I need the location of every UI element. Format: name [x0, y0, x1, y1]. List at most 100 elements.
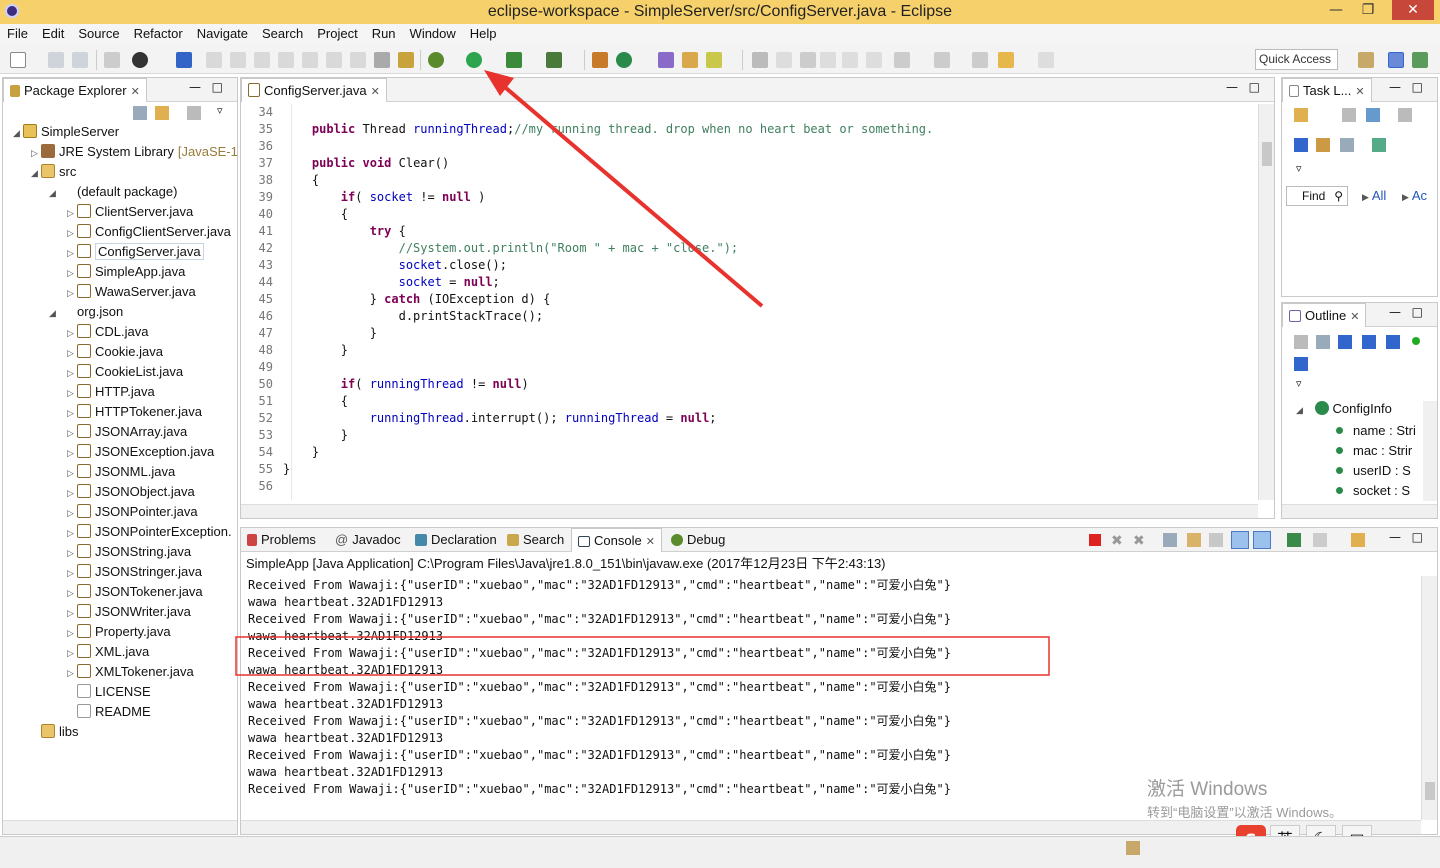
next-annotation-icon[interactable] [894, 52, 910, 68]
back-icon[interactable] [998, 52, 1014, 68]
tab-package-explorer[interactable]: Package Explorer ✕ [3, 78, 147, 102]
tree-item[interactable]: ▷ XML.java [67, 642, 149, 662]
word-wrap-icon[interactable] [842, 52, 858, 68]
sort-icon[interactable] [1338, 335, 1352, 349]
tree-item[interactable]: ▷ JSONException.java [67, 442, 214, 462]
new-task-icon[interactable] [1294, 108, 1308, 122]
minimize-button[interactable]: — [1322, 0, 1350, 20]
mark-occurrences-icon[interactable] [800, 52, 816, 68]
view-menu-icon[interactable]: ▿ [1296, 162, 1302, 175]
tree-item[interactable]: ▷ JSONStringer.java [67, 562, 202, 582]
tree-item[interactable]: ◢ src [31, 162, 76, 182]
triangle-right-icon[interactable]: ▷ [67, 343, 77, 363]
pin-console-icon[interactable] [1287, 533, 1301, 547]
close-button[interactable]: ✕ [1392, 0, 1434, 20]
menu-window[interactable]: Window [403, 24, 463, 44]
close-icon[interactable]: ✕ [1355, 86, 1364, 98]
tree-item[interactable]: ▷ ClientServer.java [67, 202, 193, 222]
run-coverage-icon[interactable] [506, 52, 522, 68]
menu-edit[interactable]: Edit [35, 24, 71, 44]
hide-non-public-icon[interactable] [1386, 335, 1400, 349]
code-editor[interactable]: 34 35 public Thread runningThread;//my ru… [241, 104, 1259, 500]
triangle-right-icon[interactable]: ▷ [31, 143, 41, 163]
tree-item[interactable]: ▷ JSONTokener.java [67, 582, 203, 602]
maximize-view-icon[interactable]: □ [1412, 305, 1423, 319]
use-step-filters-icon[interactable] [398, 52, 414, 68]
word-wrap-icon[interactable] [1209, 533, 1223, 547]
close-icon[interactable]: ✕ [371, 86, 380, 98]
triangle-right-icon[interactable]: ▷ [67, 623, 77, 643]
triangle-down-icon[interactable]: ◢ [49, 303, 59, 323]
resume-icon[interactable] [206, 52, 222, 68]
close-icon[interactable]: ✕ [1350, 311, 1359, 323]
tree-item[interactable]: ▷ JRE System Library [JavaSE-1 [31, 142, 238, 162]
tab-search[interactable]: Search [501, 528, 570, 552]
maximize-view-icon[interactable]: □ [212, 80, 223, 94]
triangle-right-icon[interactable]: ▷ [67, 443, 77, 463]
step-into-icon[interactable] [302, 52, 318, 68]
horizontal-scrollbar[interactable] [3, 820, 237, 834]
tab-declaration[interactable]: Declaration [409, 528, 503, 552]
triangle-right-icon[interactable]: ▷ [67, 403, 77, 423]
collapse-icon[interactable] [1340, 138, 1354, 152]
triangle-right-icon[interactable]: ▷ [67, 363, 77, 383]
outline-scrollbar[interactable] [1423, 401, 1437, 501]
console-vertical-scrollbar[interactable] [1421, 576, 1437, 820]
edit-icon[interactable] [776, 52, 792, 68]
maximize-view-icon[interactable]: □ [1412, 530, 1423, 544]
open-task-icon[interactable] [682, 52, 698, 68]
external-tools-icon[interactable] [546, 52, 562, 68]
outline-field[interactable]: userID : S [1336, 461, 1422, 481]
terminate-icon[interactable] [1089, 534, 1101, 546]
menu-run[interactable]: Run [365, 24, 403, 44]
minimize-view-icon[interactable]: — [189, 80, 201, 94]
tree-item[interactable]: ◢ org.json [49, 302, 123, 322]
quick-access-input[interactable]: Quick Access [1255, 49, 1338, 70]
tab-problems[interactable]: Problems [241, 528, 322, 552]
triangle-right-icon[interactable]: ▷ [67, 263, 77, 283]
tree-item[interactable]: ◢ SimpleServer [13, 122, 119, 142]
open-perspective-icon[interactable] [1358, 52, 1374, 68]
status-tasks-icon[interactable] [1126, 841, 1140, 855]
triangle-right-icon[interactable]: ▷ [67, 543, 77, 563]
tree-item[interactable]: ▷ Property.java [67, 622, 171, 642]
all-tasks-link[interactable]: ▶ All [1362, 188, 1386, 203]
triangle-right-icon[interactable]: ▷ [67, 563, 77, 583]
scroll-lock-icon[interactable] [1187, 533, 1201, 547]
tree-item[interactable]: ▷ SimpleApp.java [67, 262, 185, 282]
tree-item[interactable]: ▷ CDL.java [67, 322, 148, 342]
find-input[interactable]: Find ⚲ [1286, 186, 1348, 206]
view-menu-icon[interactable]: ▿ [217, 104, 223, 117]
terminate-icon[interactable] [254, 52, 270, 68]
triangle-right-icon[interactable]: ▷ [67, 423, 77, 443]
scheduled-icon[interactable] [1366, 108, 1380, 122]
outline-field[interactable]: socket : S [1336, 481, 1422, 501]
triangle-right-icon[interactable]: ▷ [67, 323, 77, 343]
open-console-icon[interactable] [1351, 533, 1365, 547]
forward-icon[interactable] [1038, 52, 1054, 68]
tree-item[interactable]: ▷ JSONArray.java [67, 422, 187, 442]
outline-root[interactable]: ◢ ConfigInfo [1296, 401, 1392, 416]
drop-to-frame-icon[interactable] [374, 52, 390, 68]
new-class-icon[interactable] [616, 52, 632, 68]
activate-link[interactable]: ▶ Ac [1402, 188, 1427, 203]
menu-search[interactable]: Search [255, 24, 310, 44]
triangle-right-icon[interactable]: ▷ [67, 663, 77, 683]
show-on-error-icon[interactable] [1253, 531, 1271, 549]
triangle-right-icon[interactable]: ▷ [67, 643, 77, 663]
triangle-down-icon[interactable]: ◢ [31, 163, 41, 183]
tree-item[interactable]: ▷ ConfigServer.java [67, 242, 204, 262]
show-on-output-icon[interactable] [1231, 531, 1249, 549]
focus-icon[interactable] [1398, 108, 1412, 122]
tree-item[interactable]: ▷ Cookie.java [67, 342, 163, 362]
open-type-icon[interactable] [658, 52, 674, 68]
outline-field[interactable]: mac : Strir [1336, 441, 1422, 461]
save-icon[interactable] [48, 52, 64, 68]
triangle-right-icon[interactable]: ▷ [67, 203, 77, 223]
minimize-view-icon[interactable]: — [1389, 530, 1401, 544]
menu-help[interactable]: Help [463, 24, 504, 44]
debug-icon[interactable] [428, 52, 444, 68]
triangle-right-icon[interactable]: ▷ [67, 503, 77, 523]
view-menu-icon[interactable]: ▿ [1296, 377, 1302, 390]
triangle-right-icon[interactable]: ▷ [67, 523, 77, 543]
